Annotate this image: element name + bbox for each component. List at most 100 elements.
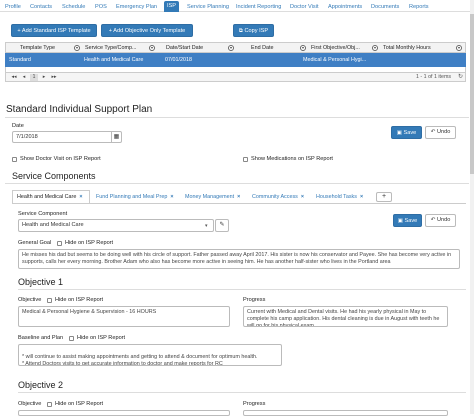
save-icon: ▣ — [397, 218, 405, 224]
objective-label: Objective — [18, 297, 42, 303]
progress-textarea[interactable]: Current with Medical and Dental visits. … — [243, 306, 448, 327]
baseline-textarea[interactable]: * will continue to assist making appoint… — [18, 344, 282, 366]
col-service-type[interactable]: Service Type/Comp... — [85, 43, 149, 53]
general-goal-label: General Goal — [18, 240, 52, 246]
objective-2-textarea[interactable] — [18, 410, 230, 416]
date-input[interactable]: 7/1/2018 — [12, 131, 122, 143]
cell-service-type: Health and Medical Care — [84, 57, 144, 63]
save-button[interactable]: ▣ Save — [391, 126, 422, 139]
tab-profile[interactable]: Profile — [5, 2, 21, 12]
component-tab-label: Money Management — [185, 194, 235, 200]
component-tab-community[interactable]: Community Access × — [252, 192, 304, 202]
isp-grid-header: Template Type ▾ Service Type/Comp... ▾ D… — [5, 42, 466, 53]
objective-2-label: Objective — [18, 401, 42, 407]
component-undo-button[interactable]: ↶ Undo — [425, 214, 456, 227]
undo-label: Undo — [436, 217, 451, 223]
cell-template-type: Standard — [9, 57, 31, 63]
table-row[interactable]: Standard Health and Medical Care 07/01/2… — [5, 53, 466, 67]
tab-reports[interactable]: Reports — [409, 2, 429, 12]
tab-pos[interactable]: POS — [95, 2, 107, 12]
component-tab-label: Household Tasks — [316, 194, 357, 200]
divider — [18, 392, 466, 393]
copy-isp-button[interactable]: ⧉ Copy ISP — [233, 24, 274, 37]
cell-end-date — [250, 53, 300, 67]
page-number[interactable]: 1 — [30, 74, 38, 81]
save-label: Save — [403, 130, 417, 136]
close-icon[interactable]: × — [360, 194, 363, 200]
col-end-date[interactable]: End Date — [251, 43, 291, 53]
date-label: Date — [12, 123, 24, 129]
tab-doctor-visit[interactable]: Doctor Visit — [290, 2, 319, 12]
objective-2-title: Objective 2 — [18, 380, 64, 390]
general-goal-text: He misses his dad but seems to be doing … — [22, 252, 452, 265]
last-page-icon[interactable]: ▸▸ — [50, 74, 58, 81]
add-objective-only-template-button[interactable]: + Add Objective Only Template — [101, 24, 193, 37]
tab-documents[interactable]: Documents — [371, 2, 399, 12]
top-nav: Profile Contacts Schedule POS Emergency … — [0, 0, 474, 12]
divider — [18, 289, 466, 290]
close-icon[interactable]: × — [79, 194, 82, 200]
prev-page-icon[interactable]: ◂ — [20, 74, 28, 81]
col-first-objective[interactable]: First Objective/Obj... — [311, 43, 371, 53]
filter-icon[interactable]: ▾ — [300, 45, 306, 51]
tab-contacts[interactable]: Contacts — [30, 2, 52, 12]
next-page-icon[interactable]: ▸ — [40, 74, 48, 81]
progress-label: Progress — [243, 297, 266, 303]
add-standard-isp-template-button[interactable]: + Add Standard ISP Template — [11, 24, 97, 37]
general-goal-textarea[interactable]: He misses his dad but seems to be doing … — [18, 249, 460, 269]
copy-isp-label: Copy ISP — [244, 28, 269, 34]
chevron-down-icon[interactable]: ▾ — [205, 223, 208, 229]
close-icon[interactable]: × — [170, 194, 173, 200]
filter-icon[interactable]: ▾ — [456, 45, 462, 51]
refresh-icon[interactable]: ↻ — [458, 73, 463, 80]
col-template-type[interactable]: Template Type — [20, 43, 80, 53]
show-medications-checkbox[interactable] — [243, 157, 248, 162]
col-total-monthly-hours[interactable]: Total Monthly Hours — [383, 43, 453, 53]
hide-objective-2-checkbox[interactable] — [47, 402, 52, 407]
hide-goal-checkbox[interactable] — [57, 241, 62, 246]
show-doctor-visit-checkbox[interactable] — [12, 157, 17, 162]
objective-textarea[interactable]: Medical & Personal Hygiene & Supervision… — [18, 306, 230, 327]
edit-icon[interactable]: ✎ — [215, 219, 229, 232]
objective-text: Medical & Personal Hygiene & Supervision… — [22, 309, 157, 315]
hide-objective-checkbox[interactable] — [47, 298, 52, 303]
service-component-select[interactable]: Health and Medical Care — [18, 219, 214, 232]
component-tab-money[interactable]: Money Management × — [185, 192, 240, 202]
component-tab-household[interactable]: Household Tasks × — [316, 192, 363, 202]
baseline-text: * will continue to assist making appoint… — [22, 353, 258, 366]
close-icon[interactable]: × — [237, 194, 240, 200]
objective-2-progress-textarea[interactable] — [243, 410, 448, 416]
hide-baseline-checkbox[interactable] — [69, 336, 74, 341]
col-start-date[interactable]: Date/Start Date — [166, 43, 221, 53]
tab-divider — [12, 203, 466, 204]
filter-icon[interactable]: ▾ — [149, 45, 155, 51]
tab-isp[interactable]: ISP — [164, 1, 180, 12]
component-tab-meal[interactable]: Fund Planning and Meal Prep × — [96, 192, 173, 202]
page-scrollbar-thumb[interactable] — [470, 14, 474, 174]
pager-info: 1 - 1 of 1 items — [416, 74, 452, 80]
tab-schedule[interactable]: Schedule — [62, 2, 85, 12]
component-tab-label: Health and Medical Care — [17, 194, 77, 200]
tab-service-planning[interactable]: Service Planning — [187, 2, 229, 12]
filter-icon[interactable]: ▾ — [228, 45, 234, 51]
filter-icon[interactable]: ▾ — [74, 45, 80, 51]
close-icon[interactable]: × — [301, 194, 304, 200]
service-components-title: Service Components — [12, 171, 96, 181]
tab-appointments[interactable]: Appointments — [328, 2, 362, 12]
tab-incident-reporting[interactable]: Incident Reporting — [236, 2, 281, 12]
component-save-button[interactable]: ▣ Save — [393, 214, 422, 227]
undo-button[interactable]: ↶ Undo — [425, 126, 456, 139]
cell-start-date: 07/01/2018 — [165, 57, 192, 63]
component-tab-health[interactable]: Health and Medical Care × — [17, 192, 83, 202]
undo-label: Undo — [436, 129, 451, 135]
show-medications-label: Show Medications on ISP Report — [251, 156, 333, 162]
first-page-icon[interactable]: ◂◂ — [10, 74, 18, 81]
calendar-icon[interactable]: ▦ — [111, 132, 121, 142]
divider — [5, 117, 469, 118]
service-component-value: Health and Medical Care — [22, 222, 84, 228]
filter-icon[interactable]: ▾ — [372, 45, 378, 51]
cell-total-hours — [382, 53, 452, 67]
component-tab-label: Fund Planning and Meal Prep — [96, 194, 168, 200]
tab-emergency-plan[interactable]: Emergency Plan — [116, 2, 157, 12]
add-component-button[interactable]: + — [376, 192, 392, 202]
